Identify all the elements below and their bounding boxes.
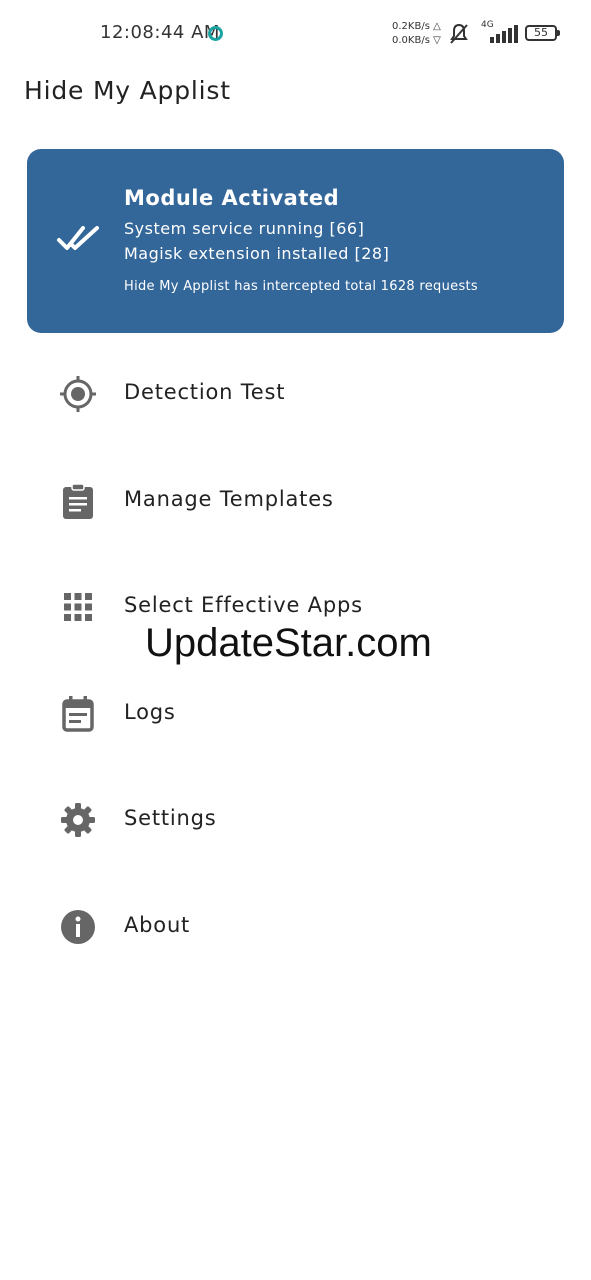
calendar-icon [62, 696, 94, 732]
menu-item-settings[interactable]: Settings [0, 780, 591, 860]
magisk-status-text: Magisk extension installed [28] [124, 244, 390, 263]
menu-label: About [124, 913, 191, 937]
double-check-icon [57, 226, 99, 250]
vpn-icon [208, 26, 223, 41]
menu-item-about[interactable]: About [0, 887, 591, 967]
menu-item-logs[interactable]: Logs [0, 674, 591, 754]
menu-item-detection-test[interactable]: Detection Test [0, 354, 591, 434]
apps-grid-icon [64, 593, 92, 621]
speed-up: 0.2KB/s [392, 21, 430, 32]
menu-label: Manage Templates [124, 487, 334, 511]
battery-icon: 55 [525, 25, 560, 41]
menu-label: Logs [124, 700, 176, 724]
signal-icon [490, 25, 518, 43]
service-status-text: System service running [66] [124, 219, 365, 238]
intercept-count-text: Hide My Applist has intercepted total 16… [124, 279, 478, 294]
status-bar: 12:08:44 AM 0.2KB/s △ 0.0KB/s ▽ 4G 55 [0, 0, 591, 60]
target-icon [60, 376, 96, 412]
menu-label: Detection Test [124, 380, 286, 404]
mute-icon [450, 23, 468, 44]
module-status-card[interactable] [27, 149, 564, 333]
watermark-text: UpdateStar.com [145, 621, 432, 665]
menu-label: Settings [124, 806, 217, 830]
network-speed: 0.2KB/s △ 0.0KB/s ▽ [392, 21, 441, 46]
menu-item-manage-templates[interactable]: Manage Templates [0, 461, 591, 541]
status-time: 12:08:44 AM [100, 22, 220, 43]
menu-label: Select Effective Apps [124, 593, 363, 617]
app-title: Hide My Applist [24, 76, 231, 105]
battery-level: 55 [534, 26, 548, 39]
card-title: Module Activated [124, 186, 340, 210]
info-icon [61, 910, 95, 944]
gear-icon [61, 803, 95, 837]
clipboard-icon [63, 483, 93, 519]
speed-down: 0.0KB/s [392, 35, 430, 46]
